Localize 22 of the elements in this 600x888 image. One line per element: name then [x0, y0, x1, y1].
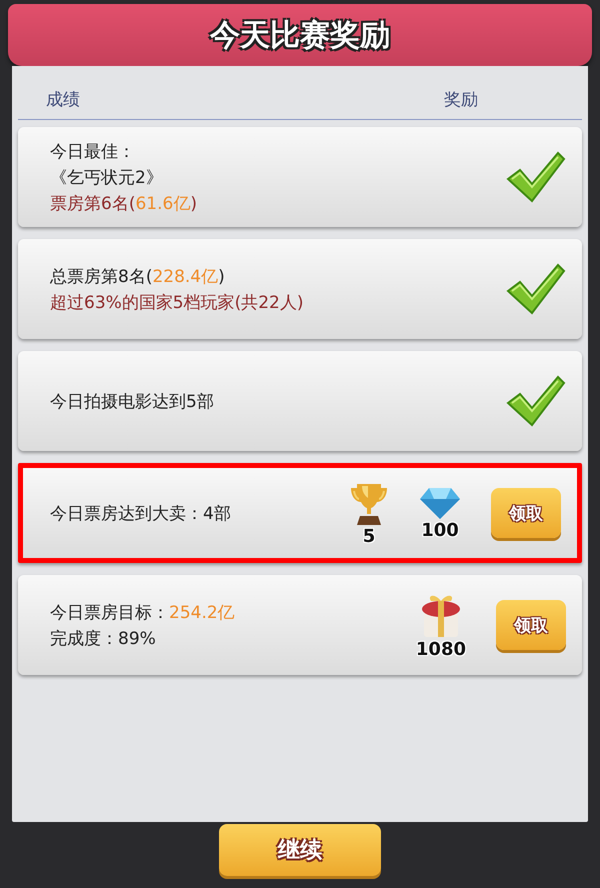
achievement-text: 《乞丐状元2》: [50, 166, 164, 188]
reward-amount: 100: [421, 520, 459, 540]
achievement-text: 票房第6名(61.6亿): [50, 192, 197, 214]
column-header: 成绩: [46, 89, 80, 111]
achievement-text: 总票房第8名(228.4亿): [50, 266, 226, 288]
achievement-text: 今日拍摄电影达到5部: [50, 390, 214, 412]
reward-amount: 5: [362, 526, 376, 546]
claim-button[interactable]: 领取: [496, 600, 566, 650]
reward-amount: 1080: [416, 638, 466, 660]
column-header: 奖励: [444, 89, 478, 111]
check-icon: [504, 261, 566, 317]
achievement-text: 超过63%的国家5档玩家(共22人): [50, 292, 304, 314]
continue-button[interactable]: 继续: [219, 824, 381, 876]
check-icon: [504, 149, 566, 205]
achievement-text: 完成度：89%: [50, 628, 157, 650]
achievement-text: 今日最佳：: [50, 140, 136, 162]
achievement-text: 今日票房目标：254.2亿: [50, 602, 235, 624]
achievement-text: 今日票房达到大卖：4部: [50, 502, 231, 524]
window-title: 今天比赛奖励: [210, 16, 390, 54]
claim-button[interactable]: 领取: [491, 488, 561, 538]
check-icon: [504, 373, 566, 429]
diamond-icon: [419, 486, 461, 520]
